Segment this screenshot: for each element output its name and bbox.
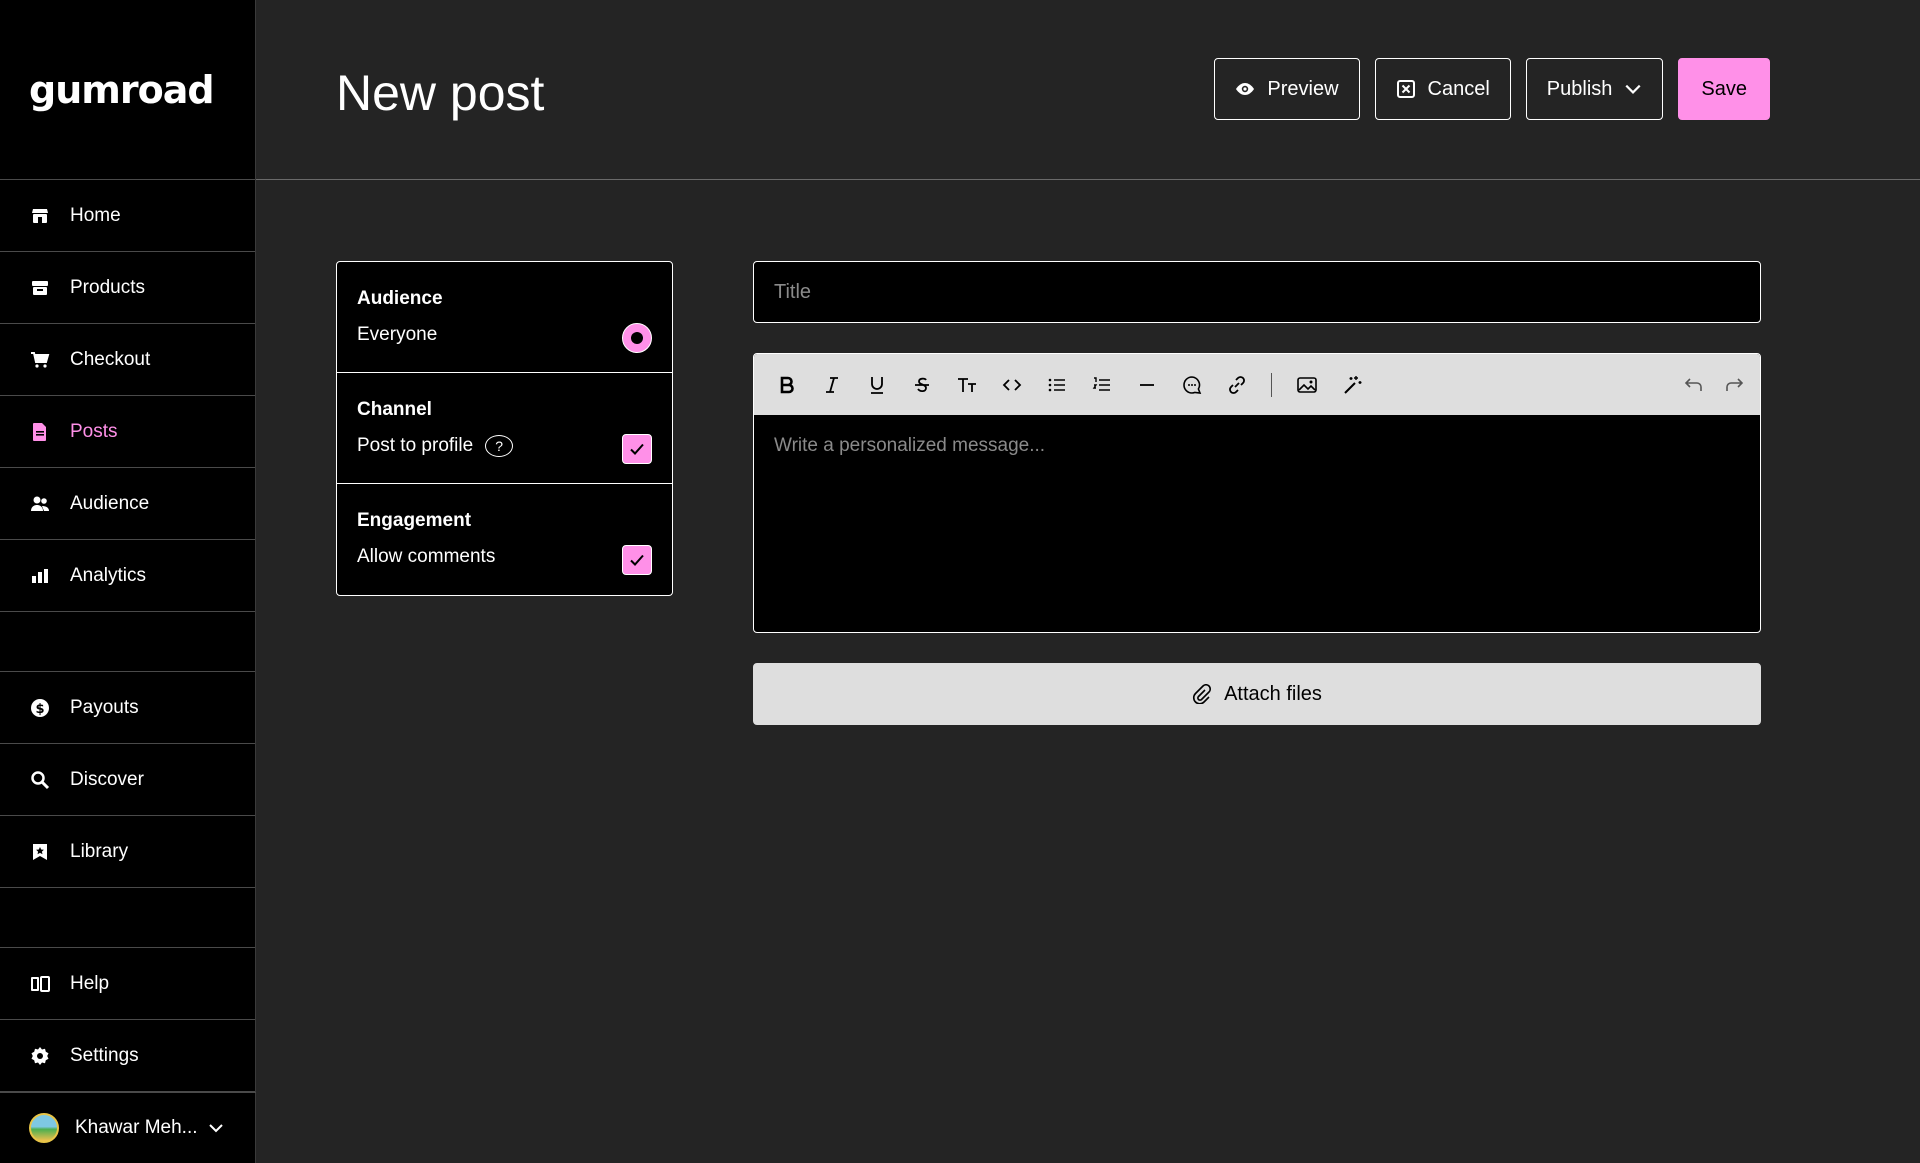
sidebar-item-label: Discover [70, 768, 144, 790]
channel-setting: Channel Post to profile ? [337, 373, 672, 484]
attach-files-label: Attach files [1224, 682, 1322, 705]
link-icon[interactable] [1214, 362, 1259, 407]
sidebar-item-help[interactable]: Help [0, 948, 255, 1020]
numbered-list-icon[interactable] [1079, 362, 1124, 407]
page-header: New post Preview Cancel Publish Save [256, 0, 1920, 180]
bold-icon[interactable] [764, 362, 809, 407]
logo-text: gumroad [29, 67, 215, 112]
page-title: New post [336, 65, 545, 121]
post-settings-panel: Audience Everyone Channel Post to profil… [336, 261, 673, 596]
sidebar-spacer [0, 612, 255, 672]
sidebar-item-discover[interactable]: Discover [0, 744, 255, 816]
sidebar-item-label: Settings [70, 1044, 139, 1066]
account-menu[interactable]: Khawar Meh... [0, 1092, 256, 1163]
redo-icon[interactable] [1714, 362, 1754, 407]
audience-heading: Audience [357, 288, 443, 309]
sidebar-item-analytics[interactable]: Analytics [0, 540, 255, 612]
sidebar-item-payouts[interactable]: $ Payouts [0, 672, 255, 744]
sidebar-item-label: Help [70, 972, 110, 994]
sidebar-item-home[interactable]: Home [0, 180, 255, 252]
cart-icon [29, 349, 51, 371]
channel-option-label: Post to profile [357, 435, 474, 456]
sidebar-item-label: Audience [70, 492, 150, 514]
close-box-icon [1396, 80, 1415, 98]
title-input[interactable] [753, 261, 1761, 323]
radio-dot [631, 332, 643, 344]
avatar [29, 1113, 59, 1143]
sidebar-item-label: Analytics [70, 564, 147, 586]
toolbar-divider [1271, 372, 1272, 397]
cancel-button[interactable]: Cancel [1374, 58, 1511, 120]
paperclip-icon [1193, 684, 1212, 704]
sidebar-item-label: Products [70, 276, 145, 298]
strikethrough-icon[interactable] [899, 362, 944, 407]
allow-comments-checkbox[interactable] [622, 545, 652, 575]
message-body-input[interactable]: Write a personalized message... [754, 415, 1760, 477]
sidebar-item-label: Home [70, 204, 121, 226]
magic-icon[interactable] [1329, 362, 1374, 407]
sidebar-item-checkout[interactable]: Checkout [0, 324, 255, 396]
save-button[interactable]: Save [1678, 58, 1770, 120]
people-icon [29, 493, 51, 515]
help-icon[interactable]: ? [485, 435, 514, 457]
archive-icon [29, 277, 51, 299]
header-actions: Preview Cancel Publish Save [1214, 58, 1770, 120]
chevron-down-icon [1625, 84, 1641, 94]
check-icon [630, 443, 644, 455]
check-icon [630, 554, 644, 566]
undo-icon[interactable] [1674, 362, 1714, 407]
text-size-icon[interactable] [944, 362, 989, 407]
sidebar-item-label: Checkout [70, 348, 151, 370]
user-name: Khawar Meh... [75, 1117, 198, 1138]
bookmark-icon [29, 841, 51, 863]
sidebar-spacer [0, 888, 255, 948]
sidebar-item-library[interactable]: Library [0, 816, 255, 888]
audience-option-label: Everyone [357, 324, 438, 345]
sidebar-item-label: Library [70, 840, 129, 862]
publish-label: Publish [1546, 77, 1613, 100]
channel-option: Post to profile ? [357, 435, 652, 457]
book-icon [29, 973, 51, 995]
attach-files-button[interactable]: Attach files [753, 663, 1761, 725]
chevron-down-icon [208, 1120, 224, 1136]
sidebar-item-products[interactable]: Products [0, 252, 255, 324]
gear-icon [29, 1045, 51, 1067]
image-icon[interactable] [1284, 362, 1329, 407]
history-controls [1674, 362, 1754, 407]
channel-heading: Channel [357, 399, 432, 420]
save-label: Save [1701, 77, 1747, 100]
post-to-profile-checkbox[interactable] [622, 434, 652, 464]
bar-chart-icon [29, 565, 51, 587]
horizontal-rule-icon[interactable] [1124, 362, 1169, 407]
cancel-label: Cancel [1427, 77, 1490, 100]
sidebar-item-label: Payouts [70, 696, 139, 718]
search-icon [29, 769, 51, 791]
underline-icon[interactable] [854, 362, 899, 407]
preview-button[interactable]: Preview [1214, 58, 1360, 120]
engagement-option-label: Allow comments [357, 546, 496, 567]
audience-setting: Audience Everyone [337, 262, 672, 373]
code-icon[interactable] [989, 362, 1034, 407]
sidebar-item-label: Posts [70, 420, 118, 442]
sidebar-item-audience[interactable]: Audience [0, 468, 255, 540]
document-icon [29, 421, 51, 443]
dollar-circle-icon: $ [29, 697, 51, 719]
engagement-setting: Engagement Allow comments [337, 484, 672, 595]
shop-icon [29, 205, 51, 227]
preview-label: Preview [1267, 77, 1339, 100]
message-editor: Write a personalized message... [753, 353, 1761, 633]
audience-everyone-radio[interactable] [622, 323, 652, 353]
bullet-list-icon[interactable] [1034, 362, 1079, 407]
sidebar: gumroad Home Products Checkout Posts Aud… [0, 0, 256, 1163]
sidebar-item-settings[interactable]: Settings [0, 1020, 255, 1092]
eye-icon [1236, 83, 1255, 95]
svg-text:$: $ [35, 702, 44, 717]
publish-dropdown-button[interactable]: Publish [1525, 58, 1664, 120]
editor-toolbar [754, 354, 1760, 415]
italic-icon[interactable] [809, 362, 854, 407]
gumroad-logo[interactable]: gumroad [0, 0, 255, 180]
sidebar-item-posts[interactable]: Posts [0, 396, 255, 468]
quote-icon[interactable] [1169, 362, 1214, 407]
engagement-heading: Engagement [357, 510, 472, 531]
